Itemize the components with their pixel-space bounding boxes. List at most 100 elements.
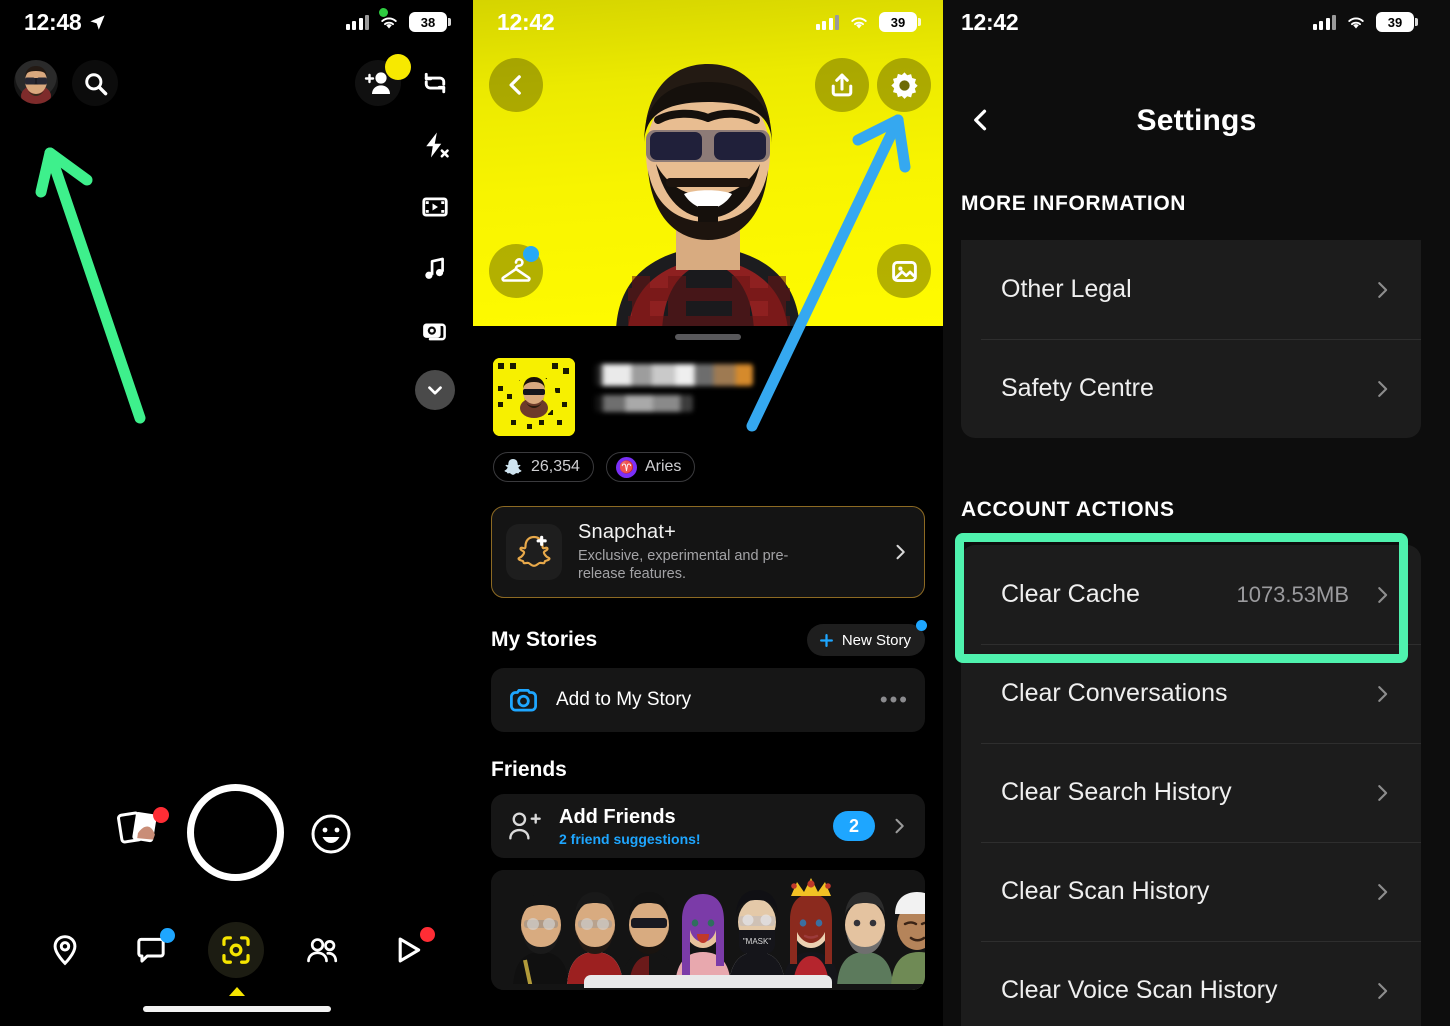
tab-map[interactable] [37, 922, 93, 978]
battery-indicator: 38 [409, 12, 451, 32]
cellular-signal-icon [1312, 14, 1336, 30]
change-outfit-button[interactable] [489, 244, 543, 298]
new-story-button[interactable]: New Story [806, 620, 927, 656]
tab-chat[interactable] [123, 922, 179, 978]
snapscore-value: 26,354 [531, 458, 580, 475]
camera-circle-icon [510, 688, 537, 711]
settings-row-clear-scan-history[interactable]: Clear Scan History [961, 842, 1421, 941]
profile-identity-row [473, 340, 943, 436]
friends-header: Friends [473, 732, 943, 782]
tab-stories[interactable] [294, 922, 350, 978]
snapcode[interactable] [493, 358, 575, 436]
story-more-options-icon[interactable]: ••• [880, 687, 909, 713]
music-note-icon [425, 257, 444, 279]
tab-camera[interactable] [208, 922, 265, 978]
settings-status-bar: 12:42 39 [943, 0, 1450, 44]
night-mode-button[interactable] [412, 308, 458, 354]
profile-chips: 26,354 ♈ Aries [473, 436, 943, 482]
tab-spotlight[interactable] [380, 922, 436, 978]
active-tab-caret [229, 987, 245, 996]
status-time-wrap: 12:42 [497, 9, 555, 36]
music-button[interactable] [412, 246, 458, 292]
search-button[interactable] [72, 60, 118, 106]
chevron-right-icon [1378, 380, 1388, 397]
add-to-my-story-label: Add to My Story [556, 689, 692, 710]
friends-title: Friends [491, 758, 567, 781]
settings-screen: 12:42 39 Settings MORE INFORMATION Other… [943, 0, 1450, 1026]
screenshot-stage: 12:48 38 12:42 39 26,354 ♈ Aries Snapcha… [0, 0, 1450, 1026]
display-name-redacted [595, 364, 753, 386]
friends-bitmoji-strip[interactable]: "MASK" [491, 870, 925, 990]
settings-row-clear-voice-scan-history[interactable]: Clear Voice Scan History [961, 941, 1421, 1026]
status-time: 12:42 [961, 8, 1019, 35]
add-to-my-story-row[interactable]: Add to My Story ••• [491, 668, 925, 732]
new-story-dot [916, 620, 927, 631]
chevron-left-icon [509, 75, 521, 95]
wifi-icon [1348, 16, 1364, 29]
outfit-new-dot [523, 246, 539, 262]
settings-row-clear-cache[interactable]: Clear Cache 1073.53MB [961, 545, 1421, 644]
more-tools-button[interactable] [415, 370, 455, 410]
zodiac-chip[interactable]: ♈ Aries [605, 452, 696, 482]
settings-row-clear-search-history[interactable]: Clear Search History [961, 743, 1421, 842]
flash-off-icon [426, 132, 449, 158]
flash-toggle-button[interactable] [412, 122, 458, 168]
settings-header: Settings [943, 90, 1450, 152]
group-label-account-actions: ACCOUNT ACTIONS [961, 498, 1175, 521]
lenses-button[interactable] [310, 813, 352, 855]
camera-scan-icon [222, 936, 251, 964]
photo-icon [891, 260, 917, 282]
settings-card-more-information: Other Legal Safety Centre [961, 240, 1421, 438]
snapchat-plus-text: Snapchat+ Exclusive, experimental and pr… [578, 521, 890, 583]
profile-bitmoji-avatar[interactable] [14, 60, 58, 104]
location-pin-icon [53, 935, 77, 966]
camera-flip-icon [424, 72, 446, 94]
clear-cache-size: 1073.53MB [1236, 581, 1349, 607]
add-friends-text: Add Friends 2 friend suggestions! [559, 806, 833, 847]
my-stories-title: My Stories [491, 628, 598, 651]
new-story-label: New Story [841, 631, 911, 649]
profile-bitmoji-illustration [616, 64, 800, 326]
camera-screen: 12:48 38 [0, 0, 473, 1026]
privacy-recording-dot [379, 8, 388, 17]
chevron-right-icon [1378, 685, 1388, 702]
memories-button[interactable] [117, 806, 171, 858]
chevron-right-icon [1378, 982, 1388, 999]
zodiac-value: Aries [644, 458, 682, 475]
cellular-signal-icon [815, 14, 839, 30]
snapchat-ghost-plus-icon [517, 535, 551, 567]
group-label-more-information: MORE INFORMATION [961, 192, 1187, 215]
snapchat-plus-card[interactable]: Snapchat+ Exclusive, experimental and pr… [491, 506, 925, 598]
settings-row-safety-centre[interactable]: Safety Centre [961, 339, 1421, 438]
chevron-right-icon [1378, 586, 1388, 603]
snapchat-plus-subtitle: Exclusive, experimental and pre-release … [578, 547, 789, 582]
shutter-button[interactable] [187, 784, 284, 881]
profile-back-button[interactable] [489, 58, 543, 112]
plus-icon [819, 633, 833, 647]
profile-sheet: 26,354 ♈ Aries Snapchat+ Exclusive, expe… [473, 326, 943, 1026]
snapcode-icon [493, 358, 575, 436]
change-background-button[interactable] [877, 244, 931, 298]
yellow-dot-badge [385, 54, 411, 80]
chat-unread-dot [159, 928, 175, 943]
flip-camera-button[interactable] [412, 60, 458, 106]
add-friends-label: Add Friends [559, 805, 676, 828]
share-profile-button[interactable] [815, 58, 869, 112]
settings-gear-button[interactable] [877, 58, 931, 112]
share-up-icon [831, 73, 853, 97]
battery-indicator: 39 [1376, 12, 1418, 32]
bitmoji-face-icon [21, 66, 51, 104]
chevron-down-icon [428, 386, 442, 395]
status-indicators: 39 [1312, 12, 1418, 32]
chevron-right-icon [896, 544, 905, 560]
add-friends-row[interactable]: Add Friends 2 friend suggestions! 2 [491, 794, 925, 858]
settings-row-clear-conversations[interactable]: Clear Conversations [961, 644, 1421, 743]
profile-status-bar: 12:42 39 [473, 0, 943, 44]
settings-row-other-legal[interactable]: Other Legal [961, 240, 1421, 339]
username-redacted [595, 395, 693, 412]
gear-icon [890, 71, 918, 99]
chevron-right-icon [895, 818, 904, 834]
camera-tool-rail [409, 60, 461, 410]
multi-snap-button[interactable] [412, 184, 458, 230]
snapscore-chip[interactable]: 26,354 [493, 452, 594, 482]
